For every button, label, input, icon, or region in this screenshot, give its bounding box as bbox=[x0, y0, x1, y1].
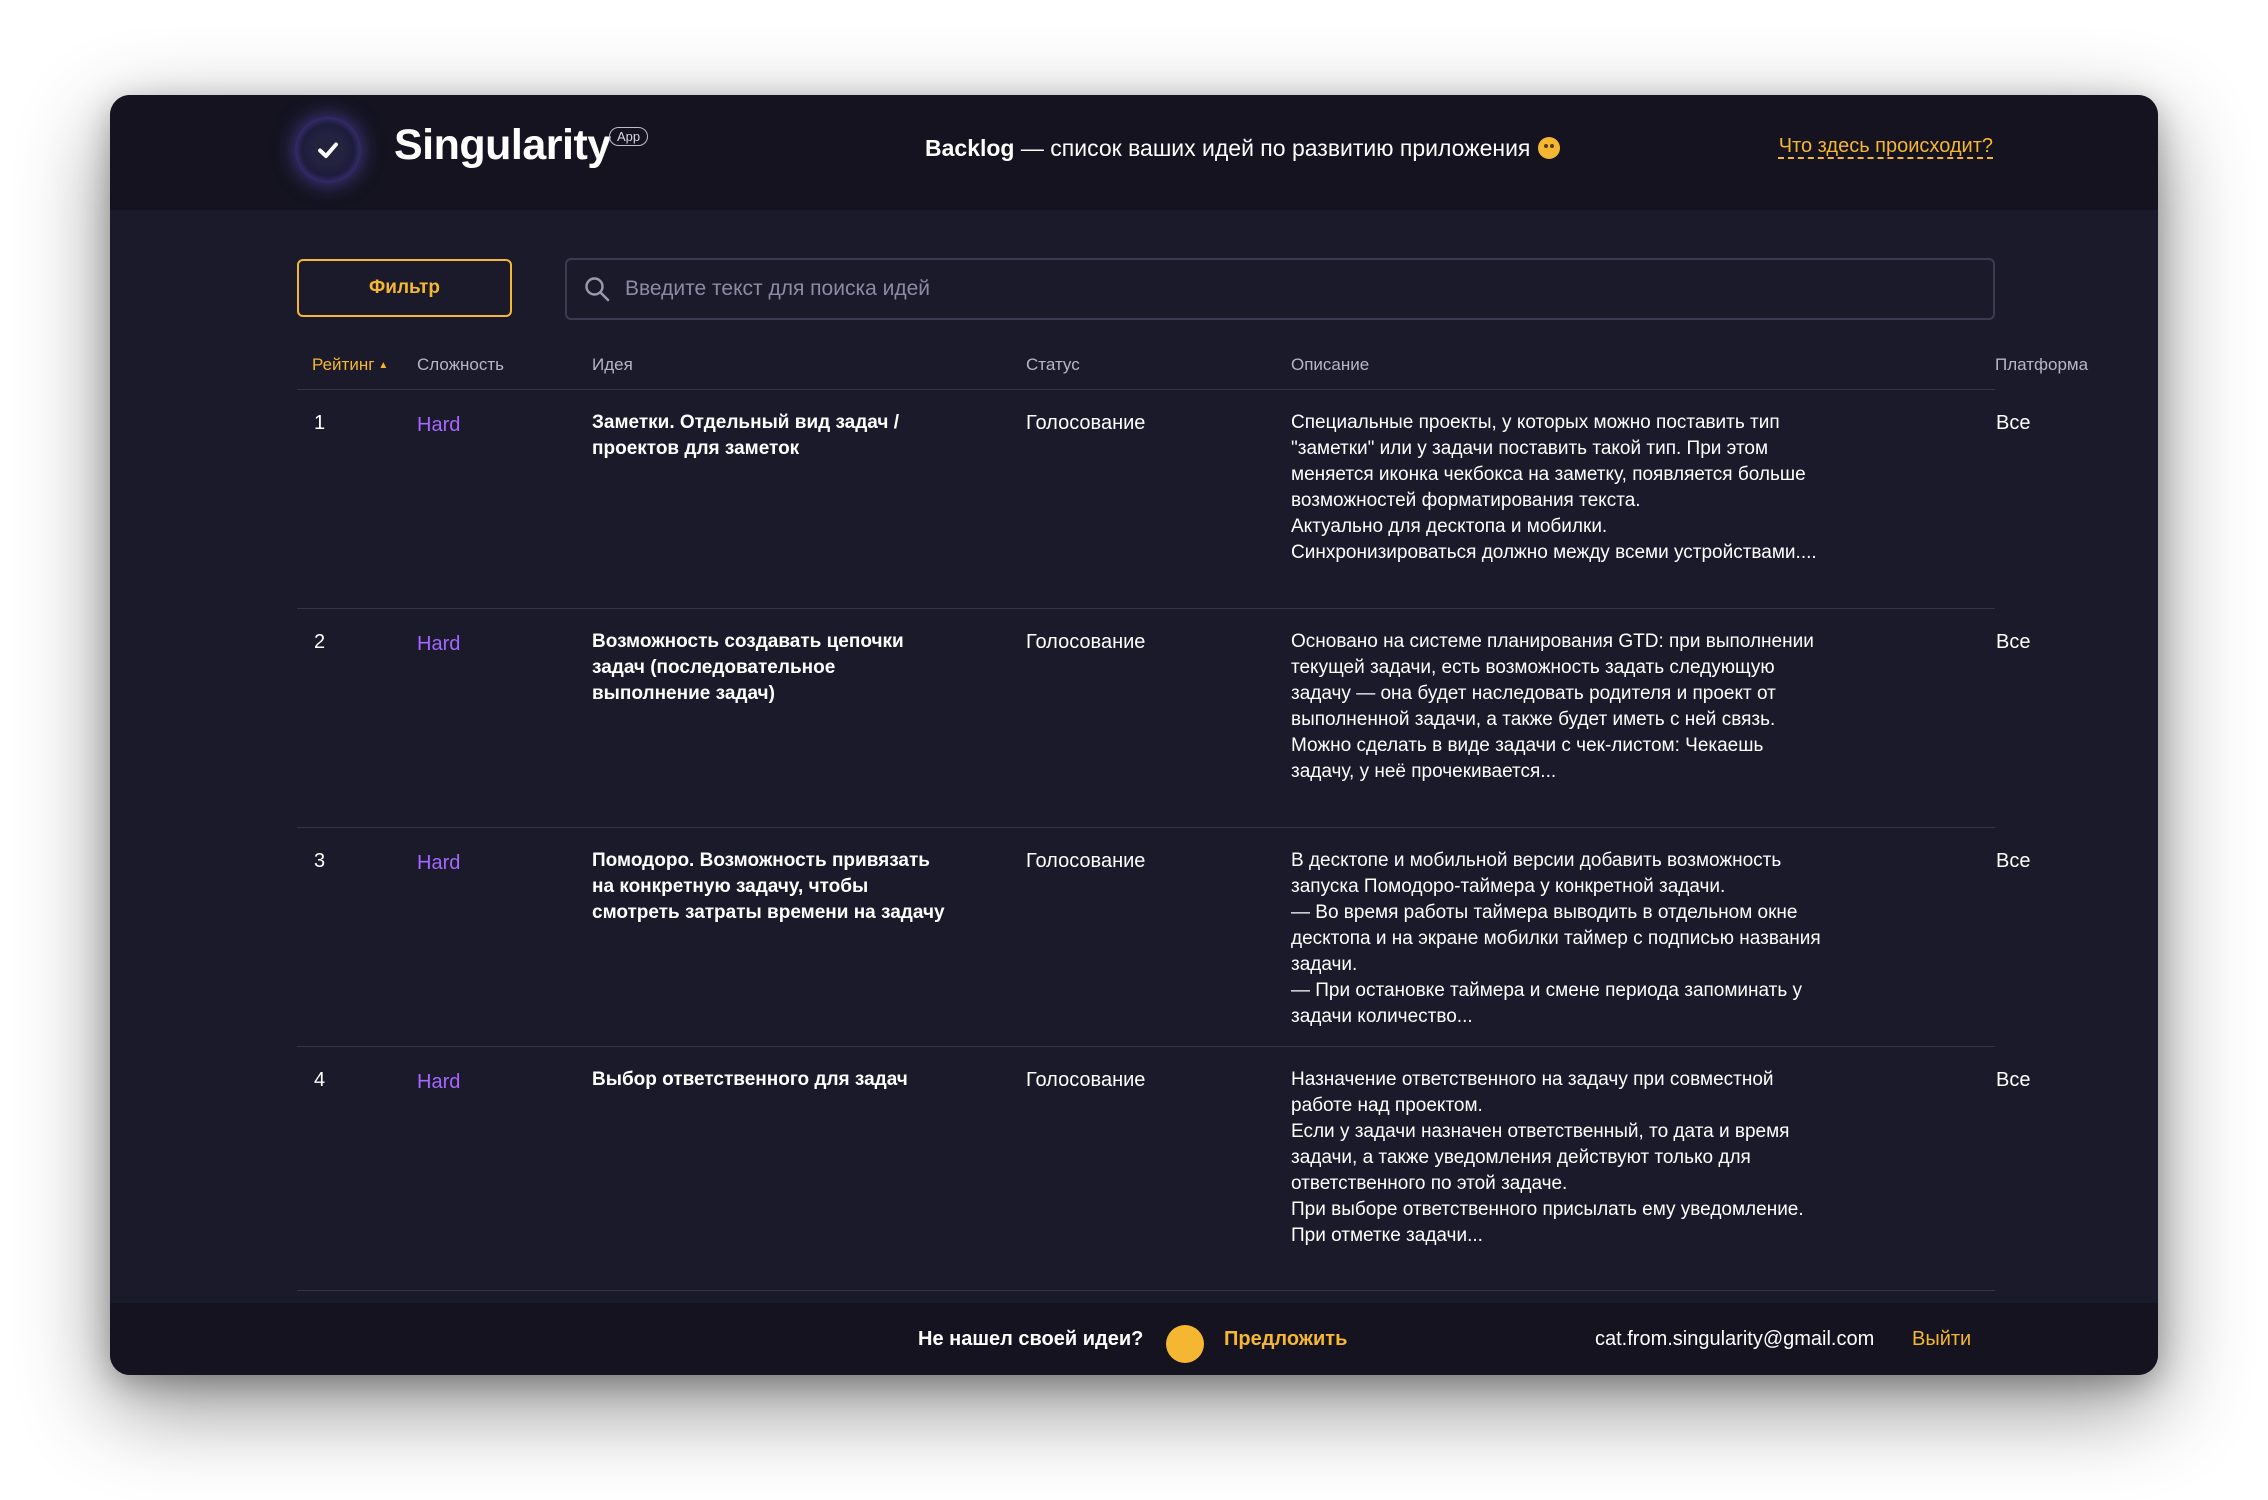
app-badge: App bbox=[609, 127, 649, 146]
row-status: Голосование bbox=[1026, 850, 1146, 872]
row-difficulty: Hard bbox=[417, 852, 461, 874]
row-description: В десктопе и мобильной версии добавить в… bbox=[1291, 850, 1821, 1027]
row-rating: 1 bbox=[314, 412, 326, 434]
row-idea[interactable]: Заметки. Отдельный вид задач / проектов … bbox=[592, 410, 952, 462]
row-rating: 2 bbox=[314, 631, 326, 653]
column-difficulty[interactable]: Сложность bbox=[417, 355, 504, 375]
row-status: Голосование bbox=[1026, 631, 1146, 653]
search-box[interactable] bbox=[565, 258, 1995, 320]
table-row[interactable]: 2 Hard Возможность создавать цепочки зад… bbox=[297, 609, 2030, 828]
column-status[interactable]: Статус bbox=[1026, 355, 1080, 375]
row-platform: Все bbox=[1996, 631, 2031, 653]
row-difficulty: Hard bbox=[417, 633, 461, 655]
app-window: Singularity App Backlog — список ваших и… bbox=[110, 95, 2158, 1375]
row-rating: 4 bbox=[314, 1069, 326, 1091]
table-row[interactable]: 1 Hard Заметки. Отдельный вид задач / пр… bbox=[297, 390, 2030, 609]
row-rating: 3 bbox=[314, 850, 326, 872]
column-rating[interactable]: Рейтинг ▲ bbox=[312, 355, 388, 375]
column-platform[interactable]: Платформа bbox=[1995, 355, 2088, 375]
row-description: Назначение ответственного на задачу при … bbox=[1291, 1069, 1804, 1246]
suggest-button[interactable]: Предложить bbox=[1224, 1328, 1347, 1351]
row-idea[interactable]: Помодоро. Возможность привязать на конкр… bbox=[592, 848, 952, 926]
logo[interactable] bbox=[295, 117, 361, 183]
column-description[interactable]: Описание bbox=[1291, 355, 1369, 375]
row-platform: Все bbox=[1996, 1069, 2031, 1091]
page-title-bold: Backlog bbox=[925, 135, 1015, 161]
column-rating-label: Рейтинг bbox=[312, 355, 375, 374]
row-description: Специальные проекты, у которых можно пос… bbox=[1291, 412, 1817, 563]
column-idea[interactable]: Идея bbox=[592, 355, 633, 375]
table-row[interactable]: 4 Hard Выбор ответственного для задач Го… bbox=[297, 1047, 2030, 1291]
table-row[interactable]: 3 Hard Помодоро. Возможность привязать н… bbox=[297, 828, 2030, 1047]
logout-button[interactable]: Выйти bbox=[1912, 1328, 1971, 1351]
row-platform: Все bbox=[1996, 412, 2031, 434]
footer-question: Не нашел своей идеи? bbox=[918, 1328, 1144, 1350]
row-difficulty: Hard bbox=[417, 1071, 461, 1093]
row-description: Основано на системе планирования GTD: пр… bbox=[1291, 631, 1814, 782]
row-status: Голосование bbox=[1026, 412, 1146, 434]
footer: Не нашел своей идеи? Предложить cat.from… bbox=[110, 1303, 2158, 1375]
filter-button[interactable]: Фильтр bbox=[297, 259, 512, 317]
circle-icon[interactable] bbox=[1166, 1325, 1204, 1363]
brand-name: Singularity bbox=[394, 121, 611, 169]
row-idea[interactable]: Выбор ответственного для задач bbox=[592, 1067, 952, 1093]
check-icon bbox=[311, 133, 345, 167]
table-header: Рейтинг ▲ Сложность Идея Статус Описание … bbox=[297, 350, 2088, 390]
row-difficulty: Hard bbox=[417, 414, 461, 436]
header: Singularity App Backlog — список ваших и… bbox=[110, 95, 2158, 210]
row-idea[interactable]: Возможность создавать цепочки задач (пос… bbox=[592, 629, 952, 707]
sort-asc-icon: ▲ bbox=[378, 360, 389, 371]
page-title: Backlog — список ваших идей по развитию … bbox=[925, 135, 1561, 162]
search-input[interactable] bbox=[623, 276, 1993, 302]
row-platform: Все bbox=[1996, 850, 2031, 872]
ideas-table: Рейтинг ▲ Сложность Идея Статус Описание … bbox=[297, 350, 2088, 1291]
row-status: Голосование bbox=[1026, 1069, 1146, 1091]
page-title-text: — список ваших идей по развитию приложен… bbox=[1014, 135, 1531, 161]
search-icon bbox=[585, 277, 610, 302]
user-email: cat.from.singularity@gmail.com bbox=[1595, 1328, 1875, 1350]
smiling-emoji-icon bbox=[1538, 137, 1561, 159]
help-link[interactable]: Что здесь происходит? bbox=[1779, 135, 1993, 158]
